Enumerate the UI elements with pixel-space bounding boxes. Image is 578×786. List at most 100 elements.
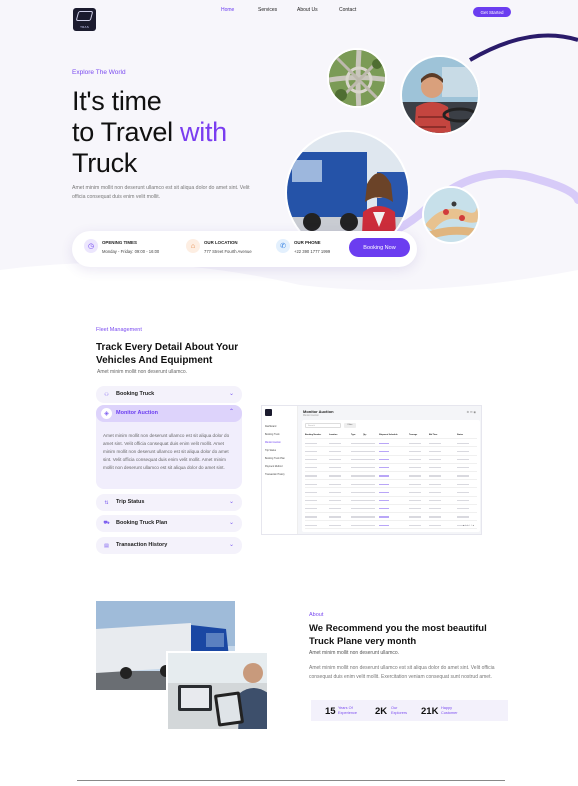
- table-row[interactable]: [305, 480, 477, 489]
- table-cell-placeholder: [329, 500, 341, 502]
- table-cell-placeholder: [409, 524, 421, 526]
- hero-title-line-3: Truck: [72, 148, 137, 178]
- table-cell-placeholder: [429, 516, 441, 518]
- table-cell-placeholder: [351, 467, 363, 469]
- table-cell-placeholder: [457, 450, 469, 453]
- table-cell-placeholder: [305, 524, 317, 526]
- dashboard-filter-button[interactable]: Filter: [344, 423, 356, 428]
- table-header-row: Booking Number Location Type Qty Shipment Sc…: [305, 431, 477, 440]
- table-cell-placeholder: [329, 491, 341, 493]
- dashboard-nav-item[interactable]: Transaction History: [265, 474, 285, 476]
- table-cell-placeholder: [363, 508, 375, 510]
- table-cell-placeholder: [351, 491, 363, 493]
- table-cell-placeholder: [305, 508, 317, 510]
- nav-about-us[interactable]: About Us: [297, 7, 318, 13]
- table-cell-placeholder: [429, 508, 441, 510]
- dashboard-nav-item[interactable]: Dashboard: [265, 426, 276, 428]
- table-cell-placeholder: [429, 500, 441, 502]
- nav-contact[interactable]: Contact: [339, 7, 356, 13]
- table-row[interactable]: [305, 472, 477, 481]
- table-header-cell: Qty: [363, 433, 367, 436]
- table-row[interactable]: [305, 447, 477, 456]
- stat-number: 15: [325, 706, 336, 717]
- table-row[interactable]: [305, 505, 477, 513]
- get-started-button[interactable]: Get Started: [473, 7, 511, 17]
- table-cell-placeholder: [457, 491, 469, 493]
- dashboard-pagination[interactable]: ● ○ ○ ○ ○ ●: [463, 525, 474, 527]
- stat-label: Happy Customer: [441, 706, 457, 715]
- table-cell-placeholder: [429, 524, 441, 526]
- stats-bar: 15 Years Of Experience 2K Our Explorers 21…: [311, 700, 508, 721]
- table-cell-placeholder: [305, 467, 317, 469]
- table-cell-placeholder: [429, 491, 441, 493]
- table-cell-placeholder: [305, 450, 317, 453]
- accordion-trip-status[interactable]: ⇅ Trip Status ⌄: [96, 494, 242, 511]
- accordion-label: Transaction History: [116, 542, 168, 548]
- footer-divider: [77, 780, 505, 781]
- accordion-booking-truck-plan[interactable]: ⛟ Booking Truck Plan ⌄: [96, 515, 242, 532]
- table-header-cell: Booking Number: [305, 433, 322, 436]
- table-cell-placeholder: [363, 442, 375, 444]
- table-cell-placeholder: [457, 459, 469, 461]
- table-cell-placeholder: [305, 516, 317, 518]
- chevron-up-icon: ⌃: [228, 409, 234, 415]
- table-cell-placeholder: [429, 459, 441, 461]
- table-cell-placeholder: [351, 450, 363, 453]
- accordion-label: Booking Truck Plan: [116, 520, 168, 526]
- booking-now-button[interactable]: Booking Now: [349, 238, 410, 257]
- nav-services[interactable]: Services: [258, 7, 277, 13]
- stat-label: Our Explorers: [391, 706, 407, 715]
- accordion-body-text: Amet minim mollit non deserunt ullamco e…: [103, 433, 230, 470]
- table-cell-placeholder: [305, 500, 317, 502]
- dashboard-nav-item[interactable]: Monitor Auction: [265, 442, 281, 444]
- table-cell-placeholder: [329, 459, 341, 461]
- accordion-monitor-auction-header[interactable]: ◈ Monitor Auction ⌃: [96, 405, 242, 422]
- dashboard-nav-item[interactable]: Booking Truck Plan: [265, 458, 285, 460]
- dashboard-main: Monitor Auction Monitor Auction ⚙ ✉ ◉ Se…: [302, 409, 480, 533]
- table-cell-placeholder: [351, 442, 363, 444]
- table-cell-placeholder: [379, 524, 389, 526]
- nav-home[interactable]: Home: [221, 7, 234, 13]
- dashboard-breadcrumb: Monitor Auction: [303, 415, 319, 417]
- table-cell-placeholder: [429, 467, 441, 469]
- info-bar: ◷ OPENING TIMES Monday - Friday: 09:00 -…: [72, 231, 417, 267]
- table-header-cell: Shipment Schedule: [379, 433, 398, 436]
- table-row[interactable]: [305, 488, 477, 497]
- table-cell-placeholder: [409, 516, 421, 518]
- dashboard-nav-item[interactable]: Payment Method: [265, 466, 282, 468]
- table-row[interactable]: [305, 521, 477, 530]
- dashboard-sidebar: Dashboard Booking Truck Monitor Auction …: [262, 406, 298, 534]
- dashboard-screenshot: Dashboard Booking Truck Monitor Auction …: [261, 405, 482, 535]
- table-cell-placeholder: [429, 450, 441, 453]
- table-cell-placeholder: [329, 483, 341, 485]
- table-row[interactable]: [305, 497, 477, 505]
- truck-icon: ⛟: [103, 520, 110, 526]
- table-cell-placeholder: [409, 500, 421, 502]
- table-cell-placeholder: [457, 516, 469, 518]
- about-subtitle: Amet minim mollit non deserunt ullamco.: [309, 650, 400, 656]
- table-row[interactable]: [305, 464, 477, 472]
- accordion-transaction-history[interactable]: ▤ Transaction History ⌄: [96, 537, 242, 554]
- man-with-tablet-photo: [166, 651, 269, 731]
- accordion-booking-truck[interactable]: ⚇ Booking Truck ⌄: [96, 386, 242, 403]
- table-cell-placeholder: [329, 450, 341, 453]
- table-row[interactable]: [305, 456, 477, 464]
- table-row[interactable]: [305, 513, 477, 522]
- table-cell-placeholder: [379, 442, 389, 444]
- table-cell-placeholder: [379, 500, 389, 502]
- chevron-down-icon: ⌄: [228, 520, 234, 526]
- table-cell-placeholder: [329, 442, 341, 444]
- dashboard-search-input[interactable]: Search: [305, 423, 341, 428]
- table-cell-placeholder: [457, 475, 469, 477]
- table-cell-placeholder: [409, 475, 421, 477]
- dashboard-nav-item[interactable]: Booking Truck: [265, 434, 280, 436]
- table-cell-placeholder: [363, 467, 375, 469]
- table-cell-placeholder: [363, 450, 375, 453]
- dashboard-nav-item[interactable]: Trip Status: [265, 450, 276, 452]
- table-cell-placeholder: [363, 475, 375, 477]
- accordion-label: Booking Truck: [116, 391, 155, 397]
- table-row[interactable]: [305, 439, 477, 448]
- fleet-title: Track Every Detail About Your Vehicles A…: [96, 342, 239, 366]
- stat-label-line-2: Customer: [441, 710, 458, 715]
- table-cell-placeholder: [379, 483, 389, 485]
